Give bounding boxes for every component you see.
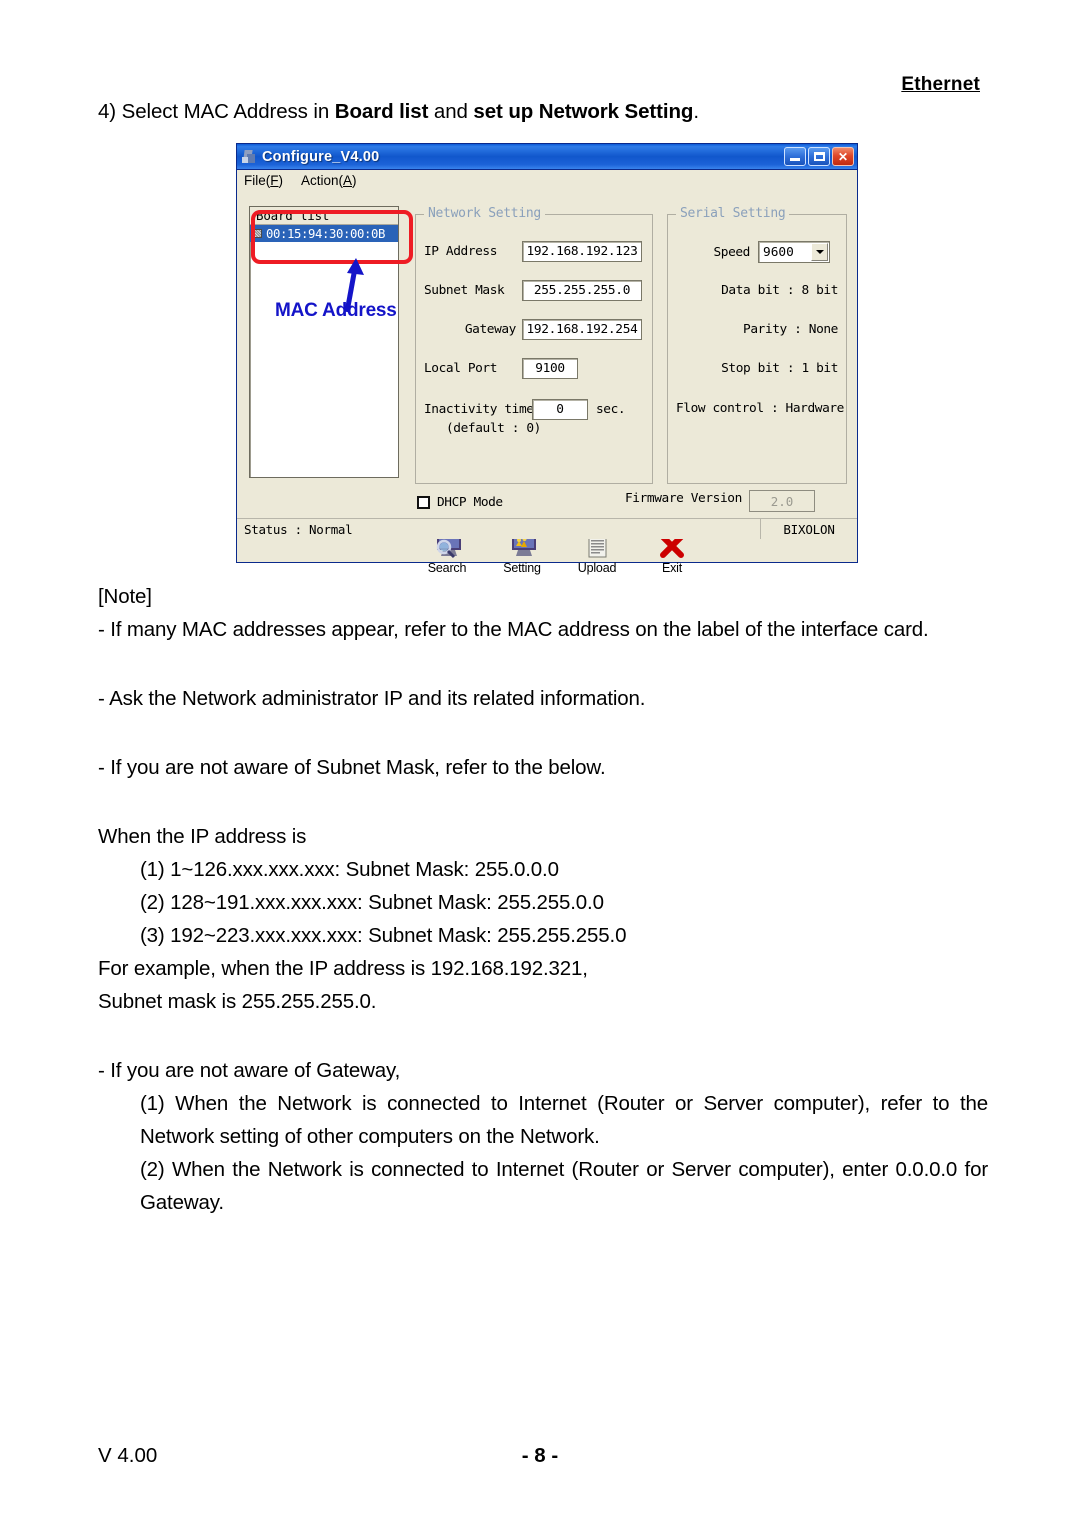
window-controls: ✕: [784, 147, 854, 166]
firmware-version-value: 2.0: [749, 490, 815, 512]
minimize-button[interactable]: [784, 147, 806, 166]
footer-page-number: - 8 -: [521, 1444, 559, 1467]
parity-value: Parity : None: [743, 322, 838, 337]
subnet-rule-1: (1) 1~126.xxx.xxx.xxx: Subnet Mask: 255.…: [140, 858, 559, 881]
example-line-1: For example, when the IP address is 192.…: [98, 957, 588, 980]
step-mid: and: [428, 100, 474, 123]
dhcp-mode-checkbox[interactable]: [417, 496, 430, 509]
page-header-ethernet: Ethernet: [901, 74, 980, 95]
data-bit-value: Data bit : 8 bit: [721, 283, 838, 298]
step-bold-board-list: Board list: [334, 100, 429, 123]
gateway-input[interactable]: 192.168.192.254: [522, 319, 642, 340]
gateway-label: Gateway: [464, 322, 517, 337]
menu-bar: File(F) Action(A): [237, 170, 857, 192]
app-icon: [242, 149, 257, 164]
gateway-field-row: Gateway 192.168.192.254: [424, 319, 646, 340]
board-list-header: Board list: [250, 207, 398, 225]
when-ip-address-is: When the IP address is: [98, 825, 307, 848]
status-brand: BIXOLON: [783, 521, 835, 537]
board-list-item-label: 00:15:94:30:00:0B: [266, 226, 386, 241]
serial-setting-legend: Serial Setting: [676, 206, 790, 221]
gateway-item-1: (1) When the Network is connected to Int…: [140, 1092, 988, 1148]
network-setting-legend: Network Setting: [424, 206, 545, 221]
serial-setting-group: Serial Setting Speed 9600 Data bit : 8 b…: [667, 206, 847, 484]
step-suffix: .: [693, 100, 699, 123]
maximize-button[interactable]: [808, 147, 830, 166]
dhcp-mode-label: DHCP Mode: [437, 495, 503, 510]
stop-bit-value: Stop bit : 1 bit: [721, 361, 838, 376]
note-title: [Note]: [98, 585, 152, 608]
window-titlebar[interactable]: Configure_V4.00 ✕: [237, 144, 857, 170]
note-line-1: - If many MAC addresses appear, refer to…: [98, 618, 929, 641]
step-prefix: 4) Select MAC Address in: [98, 100, 335, 123]
status-text: Status : Normal: [237, 519, 761, 539]
subnet-mask-label: Subnet Mask: [424, 283, 505, 298]
inactivity-default-note: (default : 0): [446, 421, 541, 436]
subnet-mask-field-row: Subnet Mask 255.255.255.0: [424, 280, 646, 301]
inactivity-time-input[interactable]: 0: [532, 399, 588, 420]
note-section: [Note] - If many MAC addresses appear, r…: [98, 580, 988, 1219]
firmware-version-label: Firmware Version: [625, 491, 742, 506]
speed-select[interactable]: 9600: [758, 241, 830, 263]
local-port-input[interactable]: 9100: [522, 358, 578, 379]
menu-item-action[interactable]: Action(A): [301, 173, 357, 188]
flow-control-value: Flow control : Hardware: [675, 401, 844, 416]
subnet-rule-3: (3) 192~223.xxx.xxx.xxx: Subnet Mask: 25…: [140, 924, 627, 947]
note-line-2: - Ask the Network administrator IP and i…: [98, 687, 646, 710]
mac-address-callout: MAC Address: [275, 300, 397, 321]
upload-button-label: Upload: [577, 561, 617, 575]
window-title: Configure_V4.00: [262, 148, 380, 165]
speed-selected-value: 9600: [763, 244, 794, 260]
step-instruction: 4) Select MAC Address in Board list and …: [98, 100, 699, 124]
inactivity-time-unit: sec.: [596, 402, 626, 417]
chevron-down-icon[interactable]: [811, 243, 828, 261]
note-line-3: - If you are not aware of Subnet Mask, r…: [98, 756, 606, 779]
board-list-panel: Board list 00:15:94:30:00:0B MAC Address: [249, 206, 413, 478]
ip-address-input[interactable]: 192.168.192.123: [522, 241, 642, 262]
setting-button-label: Setting: [503, 561, 541, 575]
status-bar: Status : Normal BIXOLON: [237, 518, 857, 539]
gateway-item-2: (2) When the Network is connected to Int…: [140, 1158, 988, 1214]
chip-icon: [252, 228, 264, 239]
step-bold-network-setting: set up Network Setting: [473, 100, 694, 123]
speed-field-row: Speed 9600: [684, 241, 836, 263]
local-port-field-row: Local Port 9100: [424, 358, 646, 379]
menu-item-file[interactable]: File(F): [244, 173, 283, 188]
dialog-body: Board list 00:15:94:30:00:0B MAC Address…: [237, 192, 857, 575]
search-button-label: Search: [427, 561, 467, 575]
inactivity-time-field-row: Inactivity time 0 sec.: [424, 399, 652, 420]
example-line-2: Subnet mask is 255.255.255.0.: [98, 990, 377, 1013]
subnet-mask-input[interactable]: 255.255.255.0: [522, 280, 642, 301]
gateway-note-head: - If you are not aware of Gateway,: [98, 1059, 401, 1082]
network-setting-group: Network Setting IP Address 192.168.192.1…: [415, 206, 653, 484]
dhcp-mode-row[interactable]: DHCP Mode: [417, 495, 503, 510]
ip-address-field-row: IP Address 192.168.192.123: [424, 241, 646, 262]
local-port-label: Local Port: [424, 361, 498, 376]
exit-button-label: Exit: [661, 561, 683, 575]
close-button[interactable]: ✕: [832, 147, 854, 166]
ip-address-label: IP Address: [424, 244, 498, 259]
subnet-rule-2: (2) 128~191.xxx.xxx.xxx: Subnet Mask: 25…: [140, 891, 604, 914]
speed-label: Speed: [713, 244, 750, 260]
inactivity-time-label: Inactivity time: [424, 402, 534, 417]
configure-dialog-window: Configure_V4.00 ✕ File(F) Action(A) Boar…: [236, 143, 858, 575]
board-list-item-mac[interactable]: 00:15:94:30:00:0B: [250, 225, 398, 242]
board-list[interactable]: Board list 00:15:94:30:00:0B: [249, 206, 399, 478]
